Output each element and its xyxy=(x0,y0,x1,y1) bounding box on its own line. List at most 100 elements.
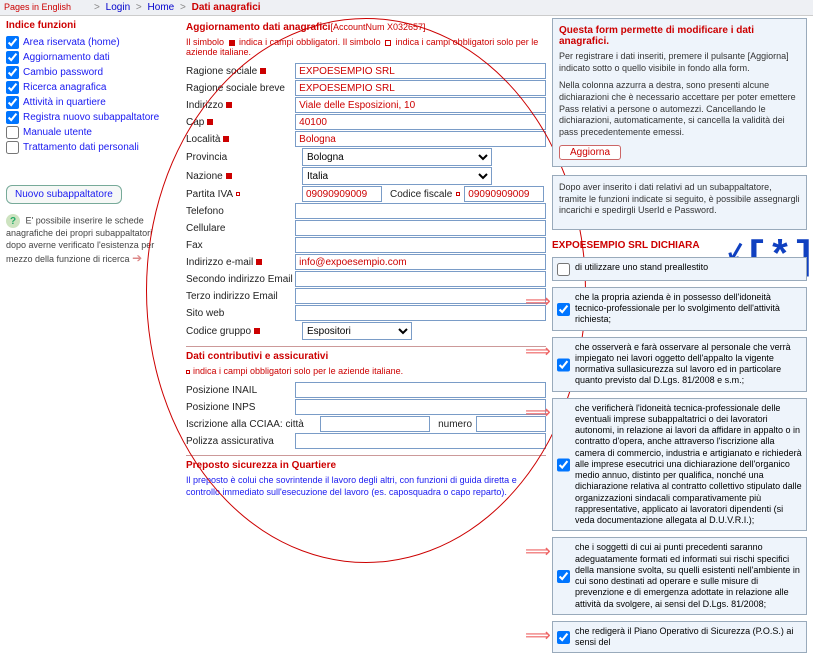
fax-input[interactable] xyxy=(295,237,546,253)
sidebar-check[interactable] xyxy=(6,126,19,139)
sidebar-item-label: Cambio password xyxy=(23,67,103,78)
label-nazione: Nazione xyxy=(186,171,223,182)
sitoweb-input[interactable] xyxy=(295,305,546,321)
declare-text: che i soggetti di cui ai punti precedent… xyxy=(575,542,802,610)
sidebar-item[interactable]: Attività in quartiere xyxy=(6,95,174,110)
label-cfisc: Codice fiscale xyxy=(390,189,452,200)
arrow-annotation-icon: ⟹ xyxy=(525,624,551,647)
cellulare-input[interactable] xyxy=(295,220,546,236)
localita-input[interactable] xyxy=(295,131,546,147)
sidebar-check[interactable] xyxy=(6,141,19,154)
label-cciaa: Iscrizione alla CCIAA: città xyxy=(186,419,304,430)
ragione-breve-input[interactable] xyxy=(295,80,546,96)
sidebar-item[interactable]: Area riservata (home) xyxy=(6,35,174,50)
sidebar-check[interactable] xyxy=(6,111,19,124)
label-indirizzo: Indirizzo xyxy=(186,100,223,111)
provincia-select[interactable]: Bologna xyxy=(302,148,492,166)
label-inps: Posizione INPS xyxy=(186,402,255,413)
declare-checkbox[interactable] xyxy=(557,543,570,610)
telefono-input[interactable] xyxy=(295,203,546,219)
breadcrumb: > Login > Home > Dati anagrafici xyxy=(91,2,261,13)
declare-checkbox[interactable] xyxy=(557,404,570,527)
declare-checkbox[interactable] xyxy=(557,627,570,649)
sidebar-item[interactable]: Cambio password xyxy=(6,65,174,80)
declare-checkbox[interactable] xyxy=(557,293,570,326)
inps-input[interactable] xyxy=(295,399,546,415)
sidebar-item[interactable]: Registra nuovo subappaltatore xyxy=(6,110,174,125)
info-p1: Per registrare i dati inseriti, premere … xyxy=(559,51,800,74)
sidebar-tip: ? E' possibile inserire le schede anagra… xyxy=(6,214,174,267)
info-box-title: Questa form permette di modificare i dat… xyxy=(559,25,800,47)
section3-title: Preposto sicurezza in Quartiere xyxy=(186,460,546,471)
ragione-input[interactable] xyxy=(295,63,546,79)
arrow-annotation-icon: ⟹ xyxy=(525,540,551,563)
sidebar-check[interactable] xyxy=(6,81,19,94)
label-codgruppo: Codice gruppo xyxy=(186,326,251,337)
declare-item: ⟹che verificherà l'idoneità tecnica-prof… xyxy=(552,398,807,532)
arrow-icon: ➔ xyxy=(132,251,142,265)
sidebar-check[interactable] xyxy=(6,96,19,109)
label-inail: Posizione INAIL xyxy=(186,385,257,396)
inail-input[interactable] xyxy=(295,382,546,398)
sidebar-item-label: Area riservata (home) xyxy=(23,37,120,48)
breadcrumb-login[interactable]: Login xyxy=(106,2,130,13)
aggiorna-button[interactable]: Aggiorna xyxy=(559,145,621,160)
declare-checkbox[interactable] xyxy=(557,263,570,276)
sidebar-menu: Area riservata (home) Aggiornamento dati… xyxy=(6,35,174,155)
declare-text: che redigerà il Piano Operativo di Sicur… xyxy=(575,626,802,649)
cciaa-citta-input[interactable] xyxy=(320,416,430,432)
piva-input[interactable] xyxy=(302,186,382,202)
label-polizza: Polizza assicurativa xyxy=(186,436,274,447)
codgruppo-select[interactable]: Espositori xyxy=(302,322,412,340)
sidebar-check[interactable] xyxy=(6,51,19,64)
label-email2: Secondo indirizzo Email xyxy=(186,274,293,285)
cap-input[interactable] xyxy=(295,114,546,130)
declare-item: ⟹che la propria azienda è in possesso de… xyxy=(552,287,807,331)
sidebar-item[interactable]: Aggiornamento dati xyxy=(6,50,174,65)
label-telefono: Telefono xyxy=(186,206,224,217)
nazione-select[interactable]: Italia xyxy=(302,167,492,185)
sidebar-item[interactable]: Trattamento dati personali xyxy=(6,140,174,155)
label-cap: Cap xyxy=(186,117,204,128)
help-icon: ? xyxy=(6,214,20,228)
sidebar-title: Indice funzioni xyxy=(6,20,174,31)
sidebar-item-label: Registra nuovo subappaltatore xyxy=(23,112,159,123)
label-numero: numero xyxy=(438,419,472,430)
section3-desc: Il preposto è colui che sovrintende il l… xyxy=(186,475,546,498)
label-cellulare: Cellulare xyxy=(186,223,225,234)
form-title: Aggiornamento dati anagrafici[AccountNum… xyxy=(186,22,546,33)
email3-input[interactable] xyxy=(295,288,546,304)
email2-input[interactable] xyxy=(295,271,546,287)
label-piva: Partita IVA xyxy=(186,189,233,200)
declare-item: ⟹che redigerà il Piano Operativo di Sicu… xyxy=(552,621,807,654)
sidebar-item-label: Attività in quartiere xyxy=(23,97,106,108)
email-input[interactable] xyxy=(295,254,546,270)
arrow-annotation-icon: ⟹ xyxy=(525,340,551,363)
label-fax: Fax xyxy=(186,240,203,251)
sidebar-item[interactable]: Manuale utente xyxy=(6,125,174,140)
required-hint: Il simbolo indica i campi obbligatori. I… xyxy=(186,37,546,57)
new-subappaltatore-button[interactable]: Nuovo subappaltatore xyxy=(6,185,122,204)
breadcrumb-home[interactable]: Home xyxy=(148,2,175,13)
declare-item: ⟹che osserverà e farà osservare al perso… xyxy=(552,337,807,392)
sidebar-check[interactable] xyxy=(6,36,19,49)
declare-checkbox[interactable] xyxy=(557,343,570,387)
sidebar-item[interactable]: Ricerca anagrafica xyxy=(6,80,174,95)
declare-text: che verificherà l'idoneità tecnica-profe… xyxy=(575,403,802,527)
label-localita: Località xyxy=(186,134,220,145)
sidebar-check[interactable] xyxy=(6,66,19,79)
polizza-input[interactable] xyxy=(295,433,546,449)
label-ragione: Ragione sociale xyxy=(186,66,257,77)
info-p2: Nella colonna azzurra a destra, sono pre… xyxy=(559,80,800,138)
indirizzo-input[interactable] xyxy=(295,97,546,113)
arrow-annotation-icon: ⟹ xyxy=(525,290,551,313)
cfisc-input[interactable] xyxy=(464,186,544,202)
declare-title: EXPOESEMPIO SRL DICHIARA xyxy=(552,240,807,251)
sidebar-item-label: Ricerca anagrafica xyxy=(23,82,106,93)
declare-item: ⟹che i soggetti di cui ai punti preceden… xyxy=(552,537,807,615)
sidebar-item-label: Trattamento dati personali xyxy=(23,142,139,153)
arrow-annotation-icon: ⟹ xyxy=(525,401,551,424)
section2-title: Dati contributivi e assicurativi xyxy=(186,351,546,362)
declare-item: di utilizzare uno stand preallestito xyxy=(552,257,807,281)
label-email: Indirizzo e-mail xyxy=(186,257,253,268)
